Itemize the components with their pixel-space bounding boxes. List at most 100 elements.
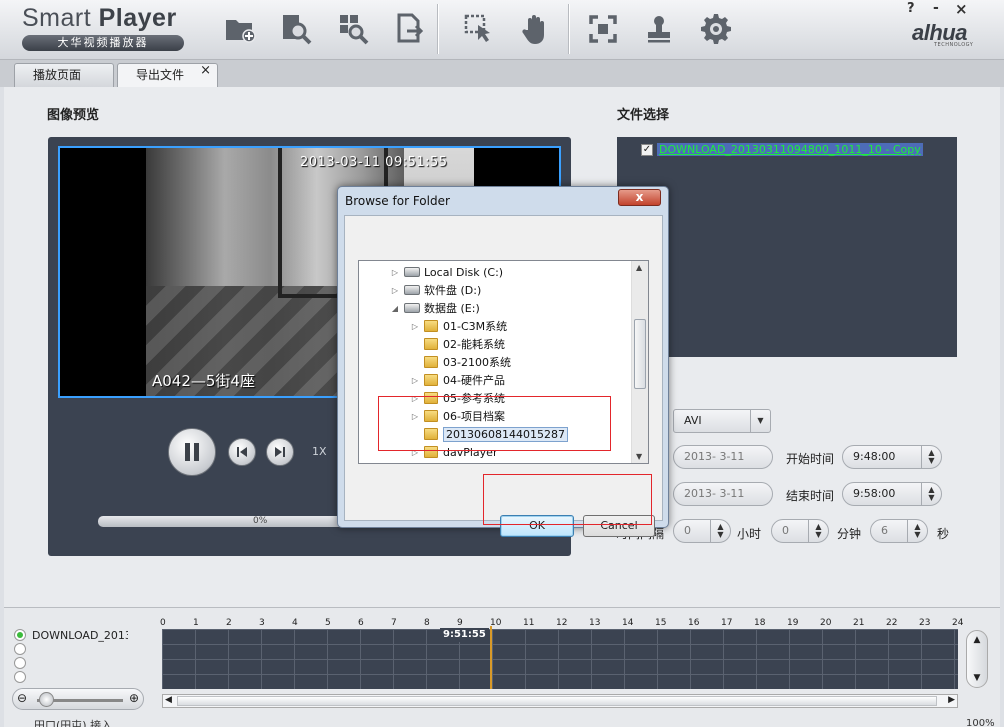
osd-timestamp: 2013-03-11 09:51:55 bbox=[300, 155, 448, 170]
tree-expander-icon[interactable]: ▷ bbox=[409, 322, 421, 331]
folder-name: Local Disk (C:) bbox=[424, 265, 504, 279]
end-date-field[interactable]: 2013- 3-11 bbox=[673, 482, 773, 506]
search-file-icon[interactable] bbox=[278, 10, 316, 48]
tab-export-file[interactable]: 导出文件 × bbox=[117, 63, 218, 88]
folder-icon bbox=[424, 374, 438, 386]
spinner-arrows-icon[interactable]: ▲ ▼ bbox=[710, 520, 730, 542]
seconds-field[interactable]: 6 ▲ ▼ bbox=[870, 519, 928, 543]
zoom-in-icon[interactable]: ⊕ bbox=[129, 691, 139, 705]
tab-close-icon[interactable]: × bbox=[200, 60, 211, 82]
app-title: Smart Player bbox=[22, 4, 197, 33]
timeline-zoom-slider[interactable]: ⊖ ⊕ bbox=[12, 688, 144, 710]
osd-camera-name: A042—5街4座 bbox=[152, 372, 255, 390]
file-list-item[interactable]: ✓ DOWNLOAD_20130311094800_1011_10 - Copy bbox=[641, 141, 923, 158]
prev-frame-button[interactable] bbox=[228, 438, 256, 466]
gear-icon[interactable] bbox=[697, 10, 735, 48]
drive-c-icon bbox=[404, 267, 420, 277]
minutes-field[interactable]: 0 ▲ ▼ bbox=[771, 519, 829, 543]
timeline-ruler: 0 1 2 3 4 5 6 7 8 9 10 11 12 13 14 15 16 17 18 19 20 21 22 23 24 bbox=[160, 618, 963, 629]
tab-playback[interactable]: 播放页面 bbox=[14, 63, 114, 87]
folder-tree-item[interactable]: 02-能耗系统 bbox=[409, 335, 505, 353]
hand-icon[interactable] bbox=[516, 10, 554, 48]
bottom-status-text: 田口(田屯) 接入 bbox=[34, 719, 113, 727]
channel-radio-1[interactable] bbox=[14, 629, 26, 641]
export-progress-text: 0% bbox=[253, 516, 268, 526]
scroll-thumb[interactable] bbox=[634, 319, 646, 389]
tab-bar: 播放页面 导出文件 × bbox=[0, 60, 1004, 88]
tree-expander-icon[interactable]: ▷ bbox=[389, 268, 401, 277]
tree-expander-icon[interactable]: ▷ bbox=[389, 286, 401, 295]
minimize-button[interactable]: - bbox=[933, 0, 939, 16]
spinner-arrows-icon[interactable]: ▲ ▼ bbox=[808, 520, 828, 542]
folder-tree-item[interactable]: ▷ 软件盘 (D:) bbox=[389, 281, 481, 299]
tree-expander-icon[interactable]: ◢ bbox=[389, 304, 401, 313]
folder-tree-item[interactable]: ◢ 数据盘 (E:) bbox=[389, 299, 480, 317]
pause-icon bbox=[185, 443, 199, 461]
end-date-value: 2013- 3-11 bbox=[684, 487, 745, 500]
folder-tree-item[interactable]: 03-2100系统 bbox=[409, 353, 511, 371]
timeline-hour-label: 5 bbox=[325, 618, 331, 628]
timeline-hour-label: 13 bbox=[589, 618, 601, 628]
format-select[interactable]: AVI ▼ bbox=[673, 409, 771, 433]
scroll-thumb[interactable] bbox=[177, 696, 937, 706]
tree-expander-icon[interactable]: ▷ bbox=[409, 376, 421, 385]
folder-tree-item[interactable]: ▷ 04-硬件产品 bbox=[409, 371, 505, 389]
folder-tree-item[interactable]: ▷ Local Disk (C:) bbox=[389, 263, 503, 281]
dialog-close-button[interactable]: x bbox=[618, 189, 661, 206]
tab-playback-label: 播放页面 bbox=[33, 68, 82, 82]
minutes-label: 分钟 bbox=[837, 527, 862, 541]
timeline-hour-label: 19 bbox=[787, 618, 799, 628]
zoom-out-icon[interactable]: ⊖ bbox=[17, 691, 27, 705]
close-window-button[interactable]: × bbox=[955, 0, 968, 18]
preview-heading: 图像预览 bbox=[47, 108, 100, 123]
folder-name: 03-2100系统 bbox=[443, 356, 511, 369]
spinner-arrows-icon[interactable]: ▲ ▼ bbox=[907, 520, 927, 542]
scroll-down-icon[interactable]: ▼ bbox=[636, 452, 642, 461]
app-title-light: Smart bbox=[22, 4, 99, 32]
folder-name: 数据盘 (E:) bbox=[424, 302, 480, 315]
timeline-hour-label: 15 bbox=[655, 618, 667, 628]
start-date-value: 2013- 3-11 bbox=[684, 450, 745, 463]
tree-scrollbar[interactable]: ▲ ▼ bbox=[631, 261, 648, 463]
folder-icon bbox=[424, 320, 438, 332]
start-time-field[interactable]: 9:48:00 ▲ ▼ bbox=[842, 445, 942, 469]
fullscreen-icon[interactable] bbox=[584, 10, 622, 48]
timeline-hour-label: 12 bbox=[556, 618, 568, 628]
scroll-up-icon[interactable]: ▲ bbox=[974, 635, 981, 645]
spinner-arrows-icon[interactable]: ▲ ▼ bbox=[921, 446, 941, 468]
timeline-hour-label: 9 bbox=[457, 618, 463, 628]
minutes-value: 0 bbox=[782, 524, 789, 537]
timeline-hour-label: 10 bbox=[490, 618, 502, 628]
open-folder-icon[interactable] bbox=[222, 10, 260, 48]
scroll-left-icon[interactable]: ◀ bbox=[165, 695, 172, 705]
annotation-box-buttons bbox=[483, 474, 652, 525]
timeline-hour-label: 6 bbox=[358, 618, 364, 628]
timeline-vscroll[interactable]: ▲ ▼ bbox=[966, 630, 988, 688]
pause-button[interactable] bbox=[168, 428, 216, 476]
folder-name: 02-能耗系统 bbox=[443, 338, 505, 351]
select-area-icon[interactable] bbox=[460, 10, 498, 48]
end-time-field[interactable]: 9:58:00 ▲ ▼ bbox=[842, 482, 942, 506]
timeline-cursor[interactable] bbox=[490, 626, 492, 689]
channel-radio-3[interactable] bbox=[14, 657, 26, 669]
hours-field[interactable]: 0 ▲ ▼ bbox=[673, 519, 731, 543]
next-frame-button[interactable] bbox=[266, 438, 294, 466]
zoom-handle[interactable] bbox=[39, 692, 54, 707]
file-checkbox[interactable]: ✓ bbox=[641, 143, 653, 156]
export-file-icon[interactable] bbox=[391, 10, 429, 48]
start-date-field[interactable]: 2013- 3-11 bbox=[673, 445, 773, 469]
help-button[interactable]: ? bbox=[907, 1, 915, 16]
scroll-down-icon[interactable]: ▼ bbox=[974, 673, 981, 683]
spinner-arrows-icon[interactable]: ▲ ▼ bbox=[921, 483, 941, 505]
chevron-down-icon: ▼ bbox=[750, 410, 770, 432]
timeline-hscrollbar[interactable]: ◀ ▶ bbox=[162, 694, 958, 708]
smart-search-icon[interactable] bbox=[335, 10, 373, 48]
channel-radio-2[interactable] bbox=[14, 643, 26, 655]
stamp-icon[interactable] bbox=[640, 10, 678, 48]
channel-radio-4[interactable] bbox=[14, 671, 26, 683]
dialog-title: Browse for Folder bbox=[345, 194, 450, 208]
scroll-right-icon[interactable]: ▶ bbox=[948, 695, 955, 705]
scroll-up-icon[interactable]: ▲ bbox=[636, 263, 642, 272]
timeline-grid[interactable] bbox=[162, 629, 958, 689]
folder-tree-item[interactable]: ▷ 01-C3M系统 bbox=[409, 317, 507, 335]
